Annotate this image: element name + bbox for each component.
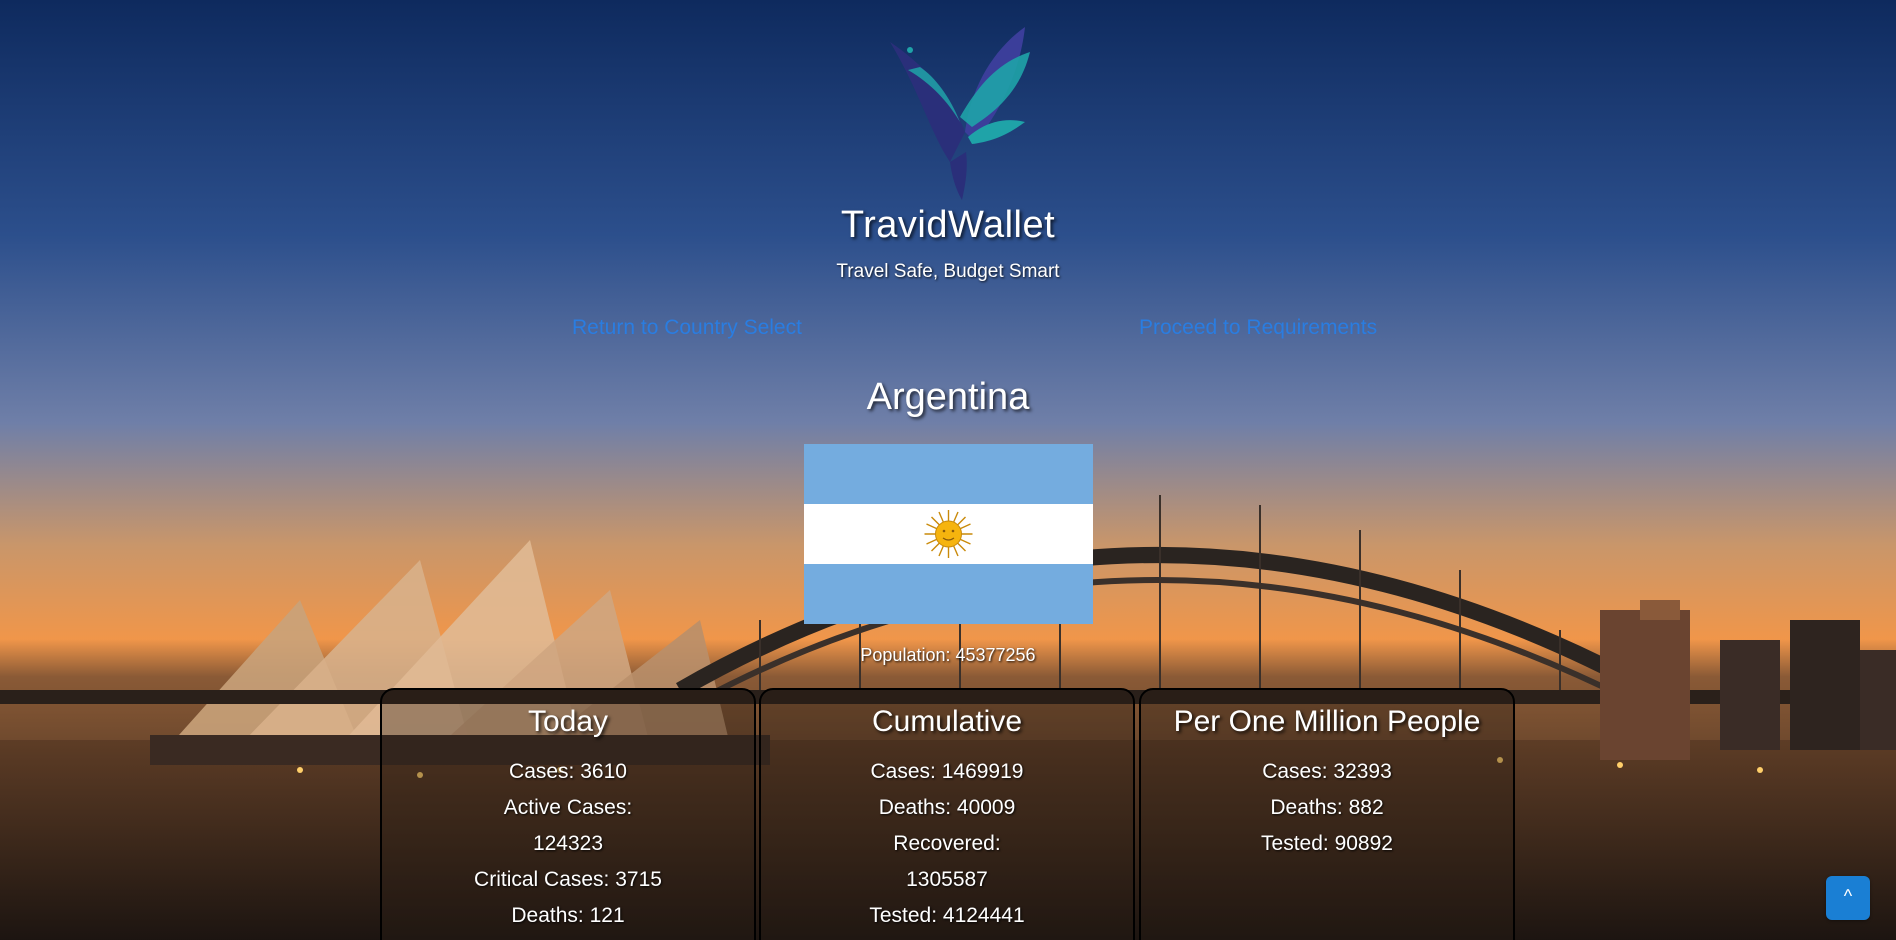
argentina-flag (804, 444, 1093, 624)
cumulative-tested: Tested: 4124441 (869, 904, 1025, 927)
today-deaths: Deaths: 121 (511, 904, 625, 927)
cumulative-recovered-value: 1305587 (906, 868, 988, 891)
per-million-tested: Tested: 90892 (1261, 832, 1393, 855)
today-active-cases-value: 124323 (532, 832, 604, 855)
proceed-to-requirements-link[interactable]: Proceed to Requirements (1139, 316, 1377, 340)
cumulative-recovered-label: Recovered: (893, 832, 1001, 855)
today-cases: Cases: 3610 (509, 760, 627, 783)
scroll-to-top-button[interactable]: ^ (1826, 876, 1870, 920)
today-critical-cases: Critical Cases: 3715 (474, 868, 662, 891)
brand-title: TravidWallet (840, 204, 1056, 246)
today-stats-card: Today Cases: 3610 Active Cases: 124323 C… (380, 688, 756, 940)
sun-of-may-icon (924, 510, 973, 558)
population-label: Population: 45377256 (860, 645, 1036, 665)
cumulative-cases: Cases: 1469919 (870, 760, 1024, 783)
cumulative-stats-card: Cumulative Cases: 1469919 Deaths: 40009 … (759, 688, 1135, 940)
card-title-cumulative: Cumulative (871, 705, 1023, 738)
page: TravidWallet Travel Safe, Budget Smart R… (0, 0, 1896, 940)
chevron-up-icon: ^ (1843, 886, 1853, 906)
today-active-cases-label: Active Cases: (503, 796, 633, 819)
per-million-stats-card: Per One Million People Cases: 32393 Deat… (1139, 688, 1515, 940)
country-name: Argentina (866, 376, 1030, 418)
brand-tagline: Travel Safe, Budget Smart (836, 261, 1060, 282)
card-title-per-million: Per One Million People (1173, 705, 1481, 738)
per-million-deaths: Deaths: 882 (1270, 796, 1384, 819)
return-to-country-select-link[interactable]: Return to Country Select (572, 316, 802, 340)
cumulative-deaths: Deaths: 40009 (878, 796, 1016, 819)
hummingbird-logo-icon (890, 27, 1030, 200)
card-title-today: Today (527, 705, 609, 738)
per-million-cases: Cases: 32393 (1262, 760, 1392, 783)
